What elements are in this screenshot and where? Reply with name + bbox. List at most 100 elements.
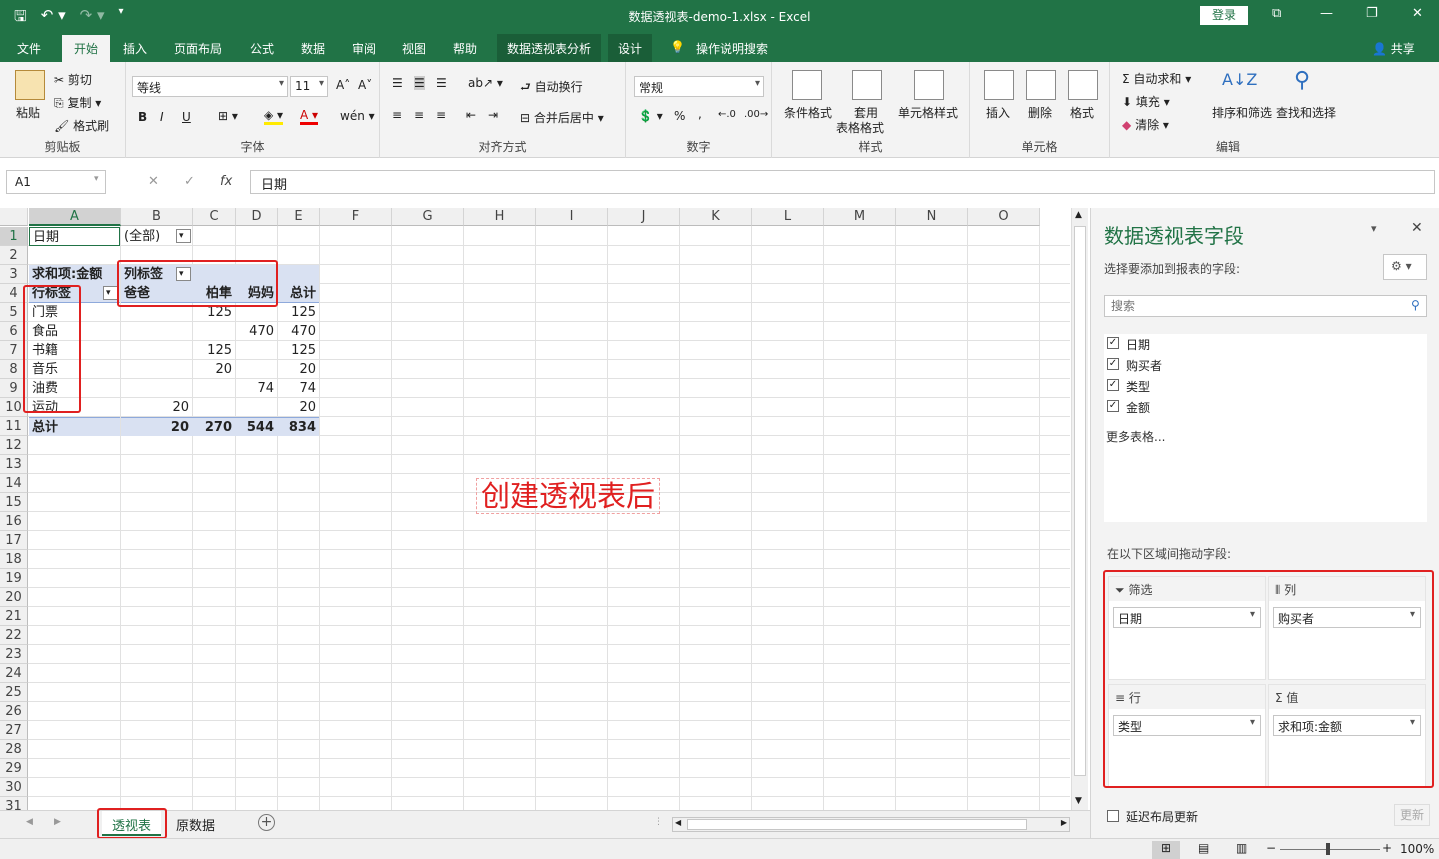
align-left-icon[interactable]: ≡ bbox=[392, 108, 402, 122]
sort-filter-icon[interactable]: A↓Z bbox=[1222, 70, 1257, 89]
row-header-16[interactable]: 16 bbox=[0, 512, 28, 531]
tell-me-search[interactable]: 操作说明搜索 bbox=[696, 40, 768, 57]
decrease-decimal-icon[interactable]: .00→ bbox=[744, 109, 768, 120]
wrap-text-button[interactable]: ⮐ 自动换行 bbox=[520, 78, 583, 99]
find-select-button[interactable]: 查找和选择 bbox=[1276, 104, 1336, 121]
align-center-icon[interactable]: ≡ bbox=[414, 108, 424, 122]
row-header-19[interactable]: 19 bbox=[0, 569, 28, 588]
column-header-d[interactable]: D bbox=[236, 208, 278, 226]
checkbox-checked-icon[interactable]: ✓ bbox=[1107, 337, 1119, 349]
vertical-scrollbar[interactable]: ▲ ▼ bbox=[1071, 208, 1088, 810]
scroll-left-icon[interactable]: ◀ bbox=[675, 818, 681, 827]
delete-cells-button[interactable]: 删除 bbox=[1028, 104, 1052, 121]
insert-cells-button[interactable]: 插入 bbox=[986, 104, 1010, 121]
filter-dropdown-icon[interactable]: ▾ bbox=[176, 229, 191, 243]
tab-review[interactable]: 审阅 bbox=[352, 40, 376, 57]
bold-button[interactable]: B bbox=[138, 110, 147, 124]
clear-button[interactable]: ◆ 清除 ▾ bbox=[1122, 116, 1169, 133]
percent-button[interactable]: % bbox=[674, 109, 685, 123]
horizontal-scroll-thumb[interactable] bbox=[687, 819, 1027, 830]
restore-icon[interactable]: ❐ bbox=[1366, 6, 1378, 21]
sheet-prev-icon[interactable]: ◀ bbox=[26, 817, 33, 827]
paste-icon[interactable] bbox=[15, 70, 45, 100]
pivot-cell-d[interactable] bbox=[235, 341, 277, 360]
tab-view[interactable]: 视图 bbox=[402, 40, 426, 57]
conditional-format-button[interactable]: 条件格式 bbox=[784, 104, 832, 121]
cell-a3[interactable]: 求和项:金额 bbox=[29, 265, 120, 284]
column-header-b[interactable]: B bbox=[121, 208, 193, 226]
underline-button[interactable]: U bbox=[182, 110, 191, 124]
fill-color-icon[interactable]: ◈ ▾ bbox=[264, 108, 284, 125]
horizontal-scrollbar[interactable]: ◀ ▶ bbox=[672, 817, 1070, 832]
format-table-icon[interactable] bbox=[852, 70, 882, 100]
worksheet-grid[interactable]: ABCDEFGHIJKLMNO 1 2 3 4 5 6 7 8 9 10 11 12 13 14 15 16 1… bbox=[0, 208, 1070, 810]
pivot-cell-d[interactable]: 74 bbox=[235, 379, 277, 398]
vertical-scroll-thumb[interactable] bbox=[1074, 226, 1086, 776]
font-name-dropdown[interactable]: 等线 bbox=[132, 76, 288, 97]
tab-help[interactable]: 帮助 bbox=[453, 40, 477, 57]
row-header-2[interactable]: 2 bbox=[0, 246, 28, 265]
total-b[interactable]: 20 bbox=[121, 417, 192, 436]
cancel-icon[interactable]: ✕ bbox=[148, 174, 159, 189]
scroll-right-icon[interactable]: ▶ bbox=[1061, 818, 1067, 827]
row-header-11[interactable]: 11 bbox=[0, 417, 28, 436]
orientation-icon[interactable]: ab↗ ▾ bbox=[468, 76, 503, 90]
pivot-cell-e[interactable]: 470 bbox=[277, 322, 319, 341]
insert-function-icon[interactable]: fx bbox=[220, 174, 232, 189]
zoom-out-icon[interactable]: − bbox=[1266, 841, 1276, 855]
format-painter-button[interactable]: 🖌 格式刷 bbox=[54, 117, 109, 134]
grow-font-icon[interactable]: A˄ bbox=[336, 78, 350, 92]
column-header-k[interactable]: K bbox=[680, 208, 752, 226]
row-header-31[interactable]: 31 bbox=[0, 797, 28, 810]
italic-button[interactable]: I bbox=[160, 110, 164, 124]
total-d[interactable]: 544 bbox=[235, 417, 277, 436]
align-bottom-icon[interactable]: ☰ bbox=[436, 76, 447, 90]
row-header-21[interactable]: 21 bbox=[0, 607, 28, 626]
zoom-in-icon[interactable]: + bbox=[1382, 841, 1392, 855]
currency-icon[interactable]: 💲 ▾ bbox=[638, 109, 663, 123]
pivot-cell-b[interactable] bbox=[121, 322, 192, 341]
row-header-27[interactable]: 27 bbox=[0, 721, 28, 740]
cut-button[interactable]: ✂ 剪切 bbox=[54, 71, 92, 88]
update-button[interactable]: 更新 bbox=[1394, 804, 1430, 826]
pivot-cell-d[interactable] bbox=[235, 360, 277, 379]
total-e[interactable]: 834 bbox=[277, 417, 319, 436]
column-header-a[interactable]: A bbox=[29, 208, 121, 226]
insert-cells-icon[interactable] bbox=[984, 70, 1014, 100]
decrease-indent-icon[interactable]: ⇤ bbox=[466, 108, 476, 122]
align-middle-icon[interactable]: ☰ bbox=[414, 76, 425, 90]
row-header-30[interactable]: 30 bbox=[0, 778, 28, 797]
checkbox-checked-icon[interactable]: ✓ bbox=[1107, 400, 1119, 412]
pane-options-icon[interactable]: ▾ bbox=[1371, 222, 1377, 235]
more-tables-link[interactable]: 更多表格... bbox=[1106, 428, 1165, 445]
pivot-cell-c[interactable] bbox=[192, 322, 235, 341]
tab-home[interactable]: 开始 bbox=[62, 35, 111, 62]
login-button[interactable]: 登录 bbox=[1200, 6, 1248, 25]
pivot-cell-d[interactable]: 470 bbox=[235, 322, 277, 341]
pivot-cell-b[interactable]: 20 bbox=[121, 398, 192, 417]
tab-pivot-analyze[interactable]: 数据透视表分析 bbox=[497, 34, 602, 62]
row-header-26[interactable]: 26 bbox=[0, 702, 28, 721]
border-icon[interactable]: ⊞ ▾ bbox=[218, 109, 238, 123]
row-header-14[interactable]: 14 bbox=[0, 474, 28, 493]
sort-filter-button[interactable]: 排序和筛选 bbox=[1212, 104, 1272, 121]
page-layout-view-icon[interactable]: ▤ bbox=[1198, 841, 1209, 855]
row-header-3[interactable]: 3 bbox=[0, 265, 28, 284]
name-box[interactable]: A1 bbox=[6, 170, 106, 194]
row-header-23[interactable]: 23 bbox=[0, 645, 28, 664]
pivot-cell-e[interactable]: 74 bbox=[277, 379, 319, 398]
tab-design[interactable]: 设计 bbox=[608, 34, 653, 62]
cell-a1[interactable]: 日期 bbox=[29, 227, 120, 246]
name-box-dropdown-icon[interactable]: ▾ bbox=[94, 174, 99, 184]
total-label[interactable]: 总计 bbox=[29, 417, 120, 436]
font-color-icon[interactable]: A ▾ bbox=[300, 108, 319, 125]
increase-indent-icon[interactable]: ⇥ bbox=[488, 108, 498, 122]
comma-button[interactable]: , bbox=[698, 107, 702, 121]
pivot-cell-c[interactable] bbox=[192, 398, 235, 417]
defer-update-checkbox[interactable] bbox=[1107, 810, 1119, 822]
pivot-cell-b[interactable] bbox=[121, 341, 192, 360]
checkbox-checked-icon[interactable]: ✓ bbox=[1107, 379, 1119, 391]
row-header-24[interactable]: 24 bbox=[0, 664, 28, 683]
add-sheet-icon[interactable]: + bbox=[258, 814, 275, 831]
zoom-level[interactable]: 100% bbox=[1400, 842, 1434, 856]
